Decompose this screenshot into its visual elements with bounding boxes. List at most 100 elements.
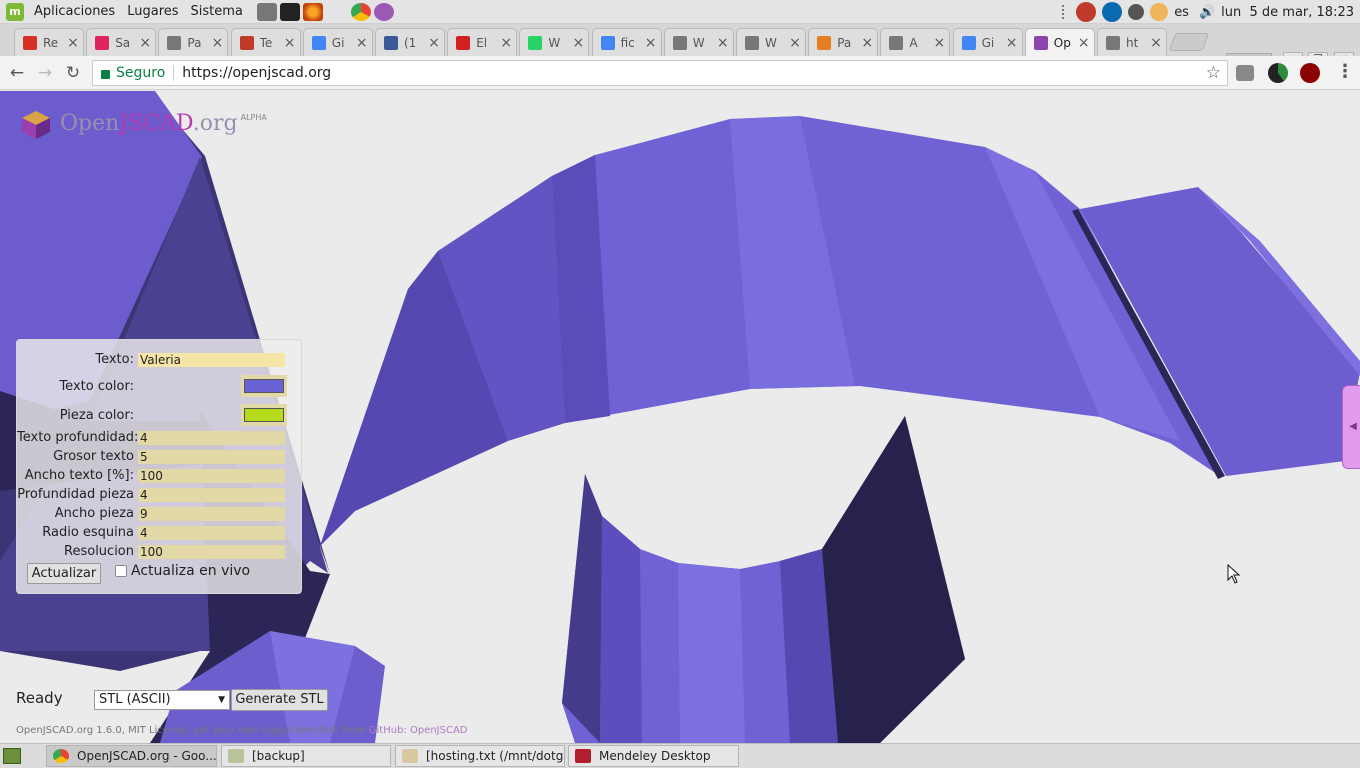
editor-toggle-handle[interactable]: ◀ — [1342, 385, 1360, 469]
param-input[interactable]: 9 — [138, 506, 285, 521]
close-tab-icon[interactable]: × — [67, 35, 79, 51]
close-tab-icon[interactable]: × — [572, 35, 585, 51]
forward-arrow-icon[interactable]: → — [34, 62, 56, 84]
color-picker[interactable] — [241, 404, 287, 426]
param-input[interactable]: 100 — [138, 544, 285, 559]
footer-license: OpenJSCAD.org 1.6.0, MIT License, get yo… — [16, 725, 468, 736]
generate-stl-button[interactable]: Generate STL — [231, 689, 328, 711]
hp-icon[interactable] — [1102, 2, 1123, 22]
browser-tab[interactable]: W × — [736, 28, 806, 56]
openjscad-logo[interactable]: OpenJSCAD.org ALPHA — [20, 109, 267, 141]
browser-tab[interactable]: A × — [880, 28, 951, 56]
taskbar-item[interactable]: OpenJSCAD.org - Goo... — [46, 745, 217, 767]
new-tab-button[interactable] — [1168, 33, 1210, 51]
live-update-checkbox[interactable] — [115, 565, 127, 577]
mint-menu-icon[interactable]: m — [6, 2, 24, 21]
close-tab-icon[interactable]: × — [933, 35, 946, 51]
browser-tab[interactable]: Re × — [14, 28, 84, 56]
browser-tab[interactable]: Pa × — [158, 28, 229, 56]
close-tab-icon[interactable]: × — [356, 35, 368, 51]
actualizar-button[interactable]: Actualizar — [27, 563, 101, 584]
param-label: Texto color: — [59, 378, 134, 394]
browser-tab[interactable]: fic × — [591, 28, 662, 56]
close-tab-icon[interactable]: × — [500, 35, 512, 51]
file-manager-launcher-icon[interactable] — [256, 2, 277, 21]
show-desktop-icon[interactable] — [3, 748, 21, 764]
firefox-launcher-icon[interactable] — [302, 2, 323, 21]
param-input[interactable]: 5 — [138, 449, 285, 464]
menu-sistema[interactable]: Sistema — [185, 4, 249, 19]
param-row: Profundidad pieza 4 — [17, 485, 303, 504]
reload-icon[interactable]: ↻ — [62, 62, 84, 84]
whatsapp-icon — [528, 35, 543, 50]
browser-tab[interactable]: ht × — [1097, 28, 1167, 56]
close-tab-icon[interactable]: × — [1078, 35, 1090, 51]
terminal-launcher-icon[interactable] — [279, 2, 300, 21]
browser-tab[interactable]: Op × — [1024, 28, 1095, 56]
browser-tab[interactable]: Gi × — [952, 28, 1023, 56]
taskbar-item[interactable]: [backup] — [221, 745, 391, 767]
logo-prefix: Open — [60, 111, 120, 136]
address-bar[interactable]: Seguro https://openjscad.org ☆ — [92, 60, 1228, 86]
ublock-icon[interactable] — [1300, 63, 1320, 83]
ee-icon — [817, 35, 832, 50]
tab-title: fic — [620, 35, 635, 50]
model-face — [678, 563, 745, 743]
close-tab-icon[interactable]: × — [861, 35, 873, 51]
param-label: Ancho texto [%]: — [24, 468, 134, 483]
browser-tab[interactable]: (1 × — [375, 28, 445, 56]
close-tab-icon[interactable]: × — [284, 35, 296, 51]
tab-title: Pa — [837, 35, 852, 50]
tab-title: Gi — [331, 35, 345, 50]
close-tab-icon[interactable]: × — [211, 35, 224, 51]
updates-icon[interactable] — [1150, 3, 1169, 21]
speed-extension-icon[interactable] — [1268, 63, 1288, 83]
browser-tab[interactable]: W × — [663, 28, 734, 56]
menu-lugares[interactable]: Lugares — [121, 4, 184, 19]
chrome-menu-icon[interactable]: ⋮ — [1336, 61, 1354, 82]
close-tab-icon[interactable]: × — [717, 35, 729, 51]
browser-tab[interactable]: El × — [447, 28, 518, 56]
model-face — [822, 416, 965, 743]
browser-tab[interactable]: Te × — [230, 28, 301, 56]
close-tab-icon[interactable]: × — [1006, 35, 1018, 51]
close-tab-icon[interactable]: × — [1150, 35, 1162, 51]
back-arrow-icon[interactable]: ← — [6, 62, 28, 84]
taskbar-item[interactable]: Mendeley Desktop — [568, 745, 739, 767]
format-select[interactable]: STL (ASCII) ▼ — [94, 690, 230, 710]
model-face — [600, 516, 642, 743]
taskbar-item[interactable]: [hosting.txt (/mnt/dotg... — [395, 745, 565, 767]
param-input[interactable]: 4 — [138, 525, 285, 540]
chrome-icon — [53, 749, 69, 763]
browser-tab[interactable]: Pa × — [808, 28, 879, 56]
keyboard-language[interactable]: es — [1174, 5, 1189, 20]
browser-tab[interactable]: Gi × — [302, 28, 373, 56]
close-tab-icon[interactable]: × — [789, 35, 801, 51]
browser-tab[interactable]: W × — [519, 28, 590, 56]
menu-aplicaciones[interactable]: Aplicaciones — [28, 4, 121, 19]
github-link[interactable]: GitHub: OpenJSCAD — [369, 725, 468, 736]
screenshot-extension-icon[interactable] — [1236, 65, 1254, 81]
alpha-badge: ALPHA — [240, 113, 267, 122]
pen-icon[interactable] — [1128, 4, 1145, 20]
param-input[interactable]: Valeria — [138, 352, 285, 367]
param-input[interactable]: 4 — [138, 430, 285, 445]
param-input[interactable]: 100 — [138, 468, 285, 483]
close-tab-icon[interactable]: × — [645, 35, 657, 51]
clock[interactable]: lun 5 de mar, 18:23 — [1221, 5, 1354, 20]
color-picker[interactable] — [241, 375, 287, 397]
param-label: Grosor texto — [53, 449, 134, 464]
param-input[interactable]: 4 — [138, 487, 285, 502]
volume-icon[interactable]: 🔊 — [1199, 5, 1215, 20]
tab-title: W — [692, 35, 705, 50]
logo-wordmark: OpenJSCAD.org — [60, 111, 238, 136]
secure-label: Seguro — [116, 65, 166, 81]
chrome-launcher-icon[interactable] — [350, 2, 371, 21]
browser-tab[interactable]: Sa × — [86, 28, 157, 56]
tray-block-icon[interactable] — [1076, 2, 1097, 22]
url-text[interactable]: https://openjscad.org — [182, 65, 331, 81]
close-tab-icon[interactable]: × — [428, 35, 440, 51]
bookmark-star-icon[interactable]: ☆ — [1206, 63, 1221, 83]
close-tab-icon[interactable]: × — [139, 35, 151, 51]
pidgin-launcher-icon[interactable] — [373, 2, 394, 21]
